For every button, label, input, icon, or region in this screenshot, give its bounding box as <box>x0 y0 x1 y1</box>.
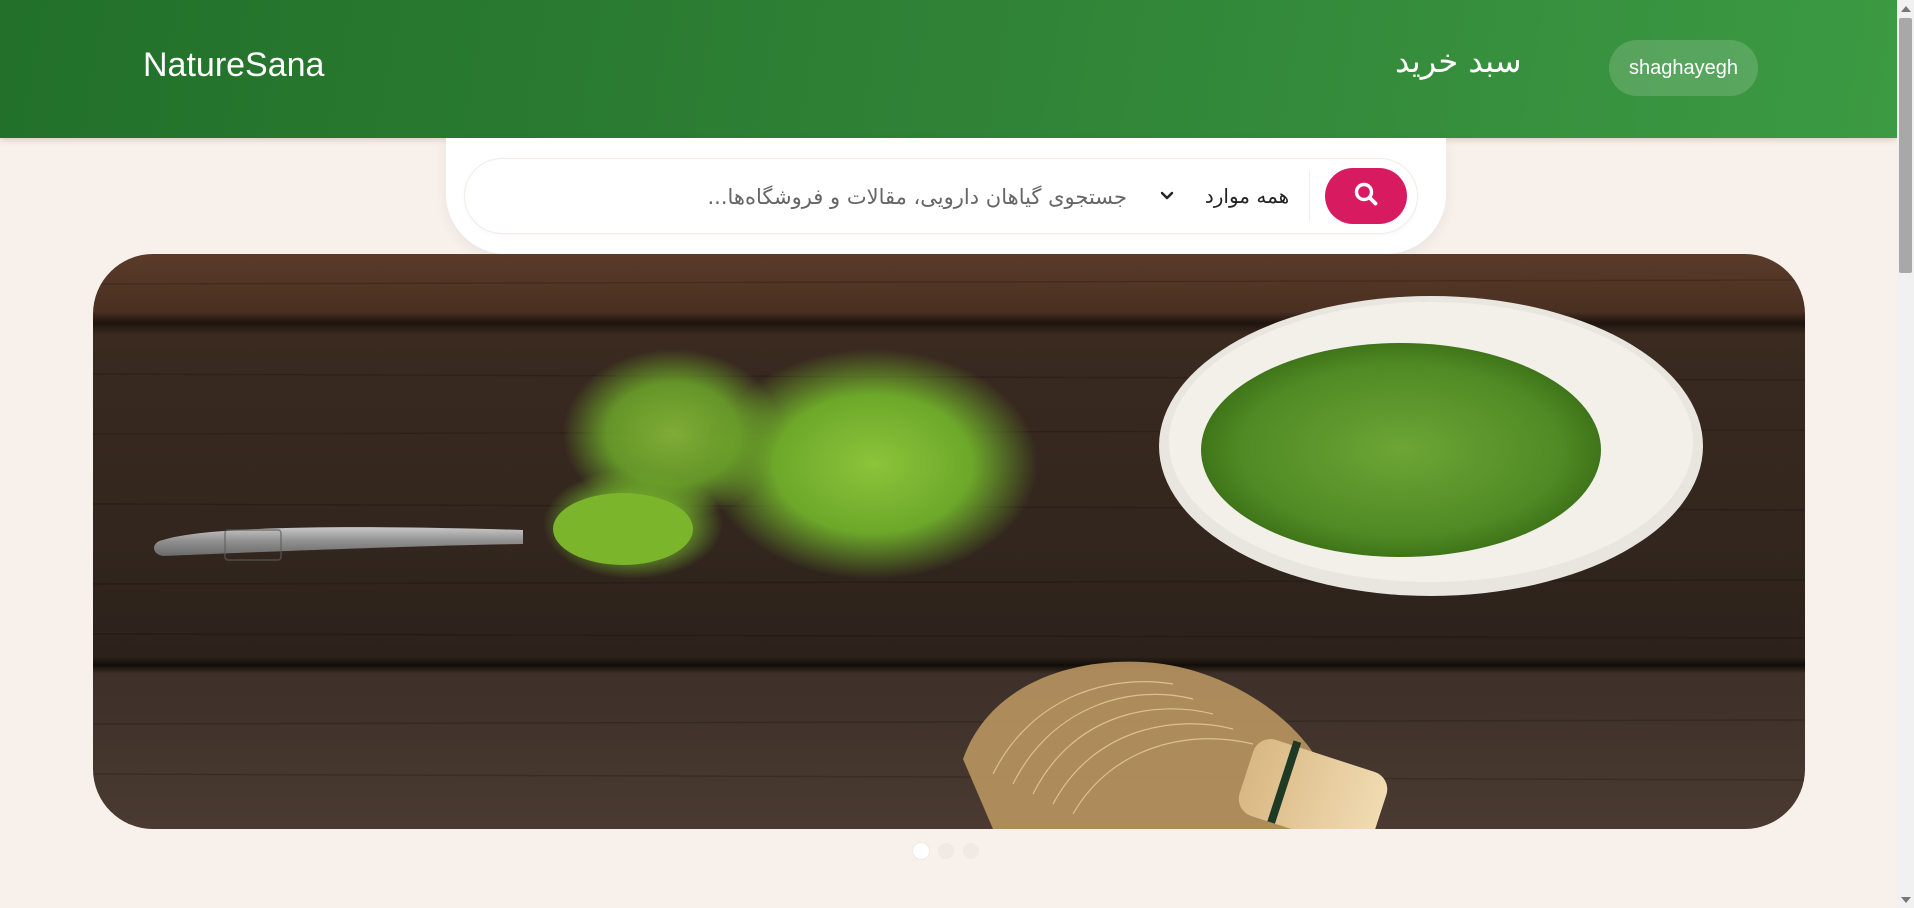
brand-logo[interactable]: NatureSana <box>143 46 324 85</box>
carousel-dot[interactable] <box>938 843 954 859</box>
search-input[interactable] <box>505 173 1129 221</box>
search-button[interactable] <box>1325 168 1407 224</box>
user-menu-button[interactable]: shaghayegh <box>1609 40 1758 96</box>
top-navbar: NatureSana سبد خرید shaghayegh <box>0 0 1897 138</box>
carousel-dot[interactable] <box>913 843 929 859</box>
carousel-indicators <box>913 843 979 859</box>
carousel-dot[interactable] <box>963 843 979 859</box>
cart-link[interactable]: سبد خرید <box>1395 42 1522 80</box>
scroll-down-icon[interactable] <box>1901 897 1911 903</box>
page: NatureSana سبد خرید shaghayegh همه موارد <box>0 0 1914 908</box>
scroll-up-icon[interactable] <box>1901 6 1911 12</box>
chevron-down-icon[interactable] <box>1152 181 1182 211</box>
scrollbar-thumb[interactable] <box>1899 18 1912 273</box>
category-select[interactable]: همه موارد <box>1185 171 1310 221</box>
search-icon <box>1353 181 1379 212</box>
search-bar: همه موارد <box>465 159 1417 233</box>
search-panel: همه موارد <box>446 138 1446 254</box>
hero-carousel-slide[interactable] <box>93 254 1805 829</box>
vertical-scrollbar[interactable] <box>1897 0 1914 908</box>
matcha-hero-image <box>93 254 1805 829</box>
